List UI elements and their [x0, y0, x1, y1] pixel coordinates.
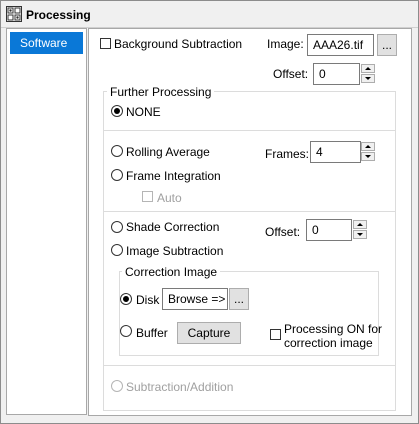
subtraction-addition-radio[interactable] [111, 380, 123, 392]
background-subtraction-label: Background Subtraction [114, 37, 243, 51]
chevron-up-icon [357, 223, 363, 226]
chevron-down-icon [365, 155, 371, 158]
offset2-spinner[interactable] [353, 220, 368, 240]
divider [104, 211, 395, 212]
offset2-field[interactable]: 0 [306, 219, 352, 241]
none-label: NONE [126, 105, 161, 119]
processing-on-label-line2: correction image [284, 336, 373, 350]
processing-on-label: Processing ON for correction image [284, 322, 382, 350]
buffer-radio[interactable] [120, 325, 132, 337]
image-browse-button[interactable]: ... [377, 34, 397, 56]
offset2-spin-down[interactable] [353, 230, 367, 239]
disk-label: Disk [136, 293, 160, 307]
frames-spin-down[interactable] [361, 152, 375, 161]
frame-integration-label: Frame Integration [126, 169, 221, 183]
chevron-up-icon [365, 67, 371, 70]
frames-field[interactable]: 4 [310, 141, 361, 163]
correction-browse-button[interactable]: ... [229, 288, 249, 310]
frames-spin-up[interactable] [361, 142, 375, 151]
processing-on-checkbox[interactable] [270, 329, 281, 340]
window-title: Processing [26, 8, 91, 22]
chevron-down-icon [357, 233, 363, 236]
settings-panel: Background Subtraction Image: AAA26.tif … [88, 28, 412, 416]
sidebar: Software [6, 28, 87, 415]
frames-label: Frames: [265, 147, 310, 161]
offset-spinner[interactable] [361, 64, 376, 84]
rolling-average-label: Rolling Average [126, 145, 210, 159]
image-subtraction-radio[interactable] [111, 244, 123, 256]
frames-spinner[interactable] [361, 142, 376, 162]
disk-radio[interactable] [120, 293, 132, 305]
processing-on-label-line1: Processing ON for [284, 322, 383, 336]
frame-integration-radio[interactable] [111, 169, 123, 181]
image-field[interactable]: AAA26.tif [307, 34, 374, 56]
shade-correction-radio[interactable] [111, 221, 123, 233]
correction-browse-field[interactable]: Browse => [162, 288, 228, 310]
divider [104, 130, 395, 131]
chevron-up-icon [365, 145, 371, 148]
auto-label: Auto [157, 191, 182, 205]
image-subtraction-label: Image Subtraction [126, 244, 224, 258]
offset-spin-up[interactable] [361, 64, 375, 73]
title-bar: Processing [1, 1, 418, 28]
none-radio[interactable] [111, 105, 123, 117]
capture-button[interactable]: Capture [177, 322, 241, 344]
buffer-label: Buffer [136, 326, 168, 340]
offset2-spin-up[interactable] [353, 220, 367, 229]
chevron-down-icon [365, 77, 371, 80]
divider [104, 365, 395, 366]
sidebar-item-software[interactable]: Software [10, 32, 83, 54]
image-label: Image: [267, 37, 304, 51]
further-processing-title: Further Processing [107, 85, 215, 99]
auto-checkbox[interactable] [142, 191, 153, 202]
offset-field[interactable]: 0 [313, 63, 360, 85]
processing-app-icon [6, 6, 22, 22]
background-subtraction-checkbox[interactable] [100, 38, 111, 49]
shade-correction-label: Shade Correction [126, 220, 220, 234]
offset-label: Offset: [273, 67, 309, 81]
offset2-label: Offset: [265, 225, 301, 239]
rolling-average-radio[interactable] [111, 145, 123, 157]
correction-image-title: Correction Image [122, 265, 221, 279]
offset-spin-down[interactable] [361, 74, 375, 83]
subtraction-addition-label: Subtraction/Addition [126, 380, 234, 394]
